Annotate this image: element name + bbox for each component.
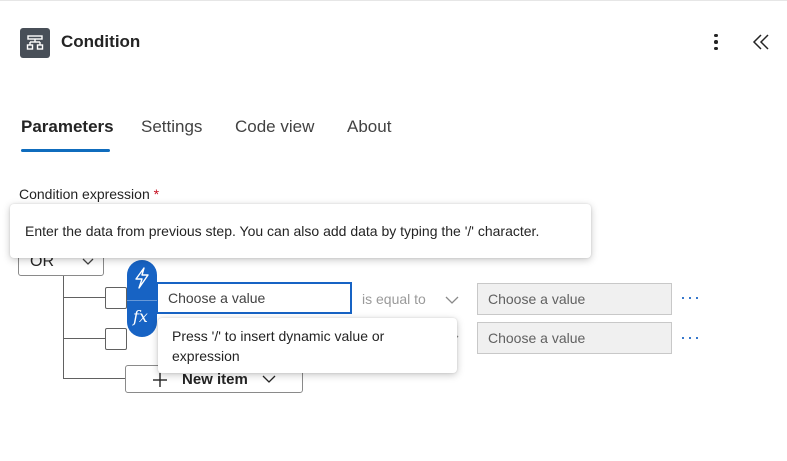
tree-connector-row-1 (63, 297, 105, 298)
insert-hint-tooltip: Press '/' to insert dynamic value or exp… (158, 318, 457, 373)
lightning-icon[interactable] (133, 266, 151, 290)
tab-settings[interactable]: Settings (141, 117, 202, 137)
row-2-right-value-input[interactable]: Choose a value (477, 322, 672, 354)
tree-connector-row-2 (63, 338, 105, 339)
row-1-right-value-input[interactable]: Choose a value (477, 283, 672, 315)
dynamic-content-buttons: fx (127, 260, 157, 337)
row-1-operator-value: is equal to (362, 291, 426, 307)
dynamic-content-tooltip: Enter the data from previous step. You c… (10, 204, 591, 258)
row-1-more-icon[interactable]: ··· (680, 287, 701, 308)
more-options-icon[interactable] (706, 30, 726, 54)
required-marker: * (153, 186, 160, 202)
tab-code-view[interactable]: Code view (235, 117, 314, 137)
pill-divider (127, 300, 157, 301)
expression-icon[interactable]: fx (133, 307, 148, 326)
plus-icon (153, 373, 167, 387)
condition-icon (20, 28, 50, 58)
tab-about[interactable]: About (347, 117, 391, 137)
row-2-checkbox[interactable] (105, 328, 127, 350)
panel-title: Condition (61, 32, 141, 51)
new-item-label: New item (182, 371, 248, 388)
dynamic-content-tooltip-text: Enter the data from previous step. You c… (25, 223, 540, 239)
chevron-down-icon (262, 375, 276, 383)
tree-connector-vertical (63, 276, 64, 378)
top-border (0, 0, 787, 1)
row-1-operator-select[interactable]: is equal to (352, 283, 477, 315)
row-1-left-value-input[interactable]: Choose a value (156, 282, 352, 314)
active-tab-indicator (21, 149, 110, 152)
tree-connector-new-item (63, 378, 125, 379)
row-2-more-icon[interactable]: ··· (680, 327, 701, 348)
condition-expression-label: Condition expression * (19, 186, 160, 202)
row-1-checkbox[interactable] (105, 287, 127, 309)
insert-hint-tooltip-text: Press '/' to insert dynamic value or exp… (172, 328, 385, 364)
chevron-down-icon (445, 296, 459, 304)
tab-parameters[interactable]: Parameters (21, 117, 114, 137)
collapse-panel-icon[interactable] (750, 30, 772, 54)
